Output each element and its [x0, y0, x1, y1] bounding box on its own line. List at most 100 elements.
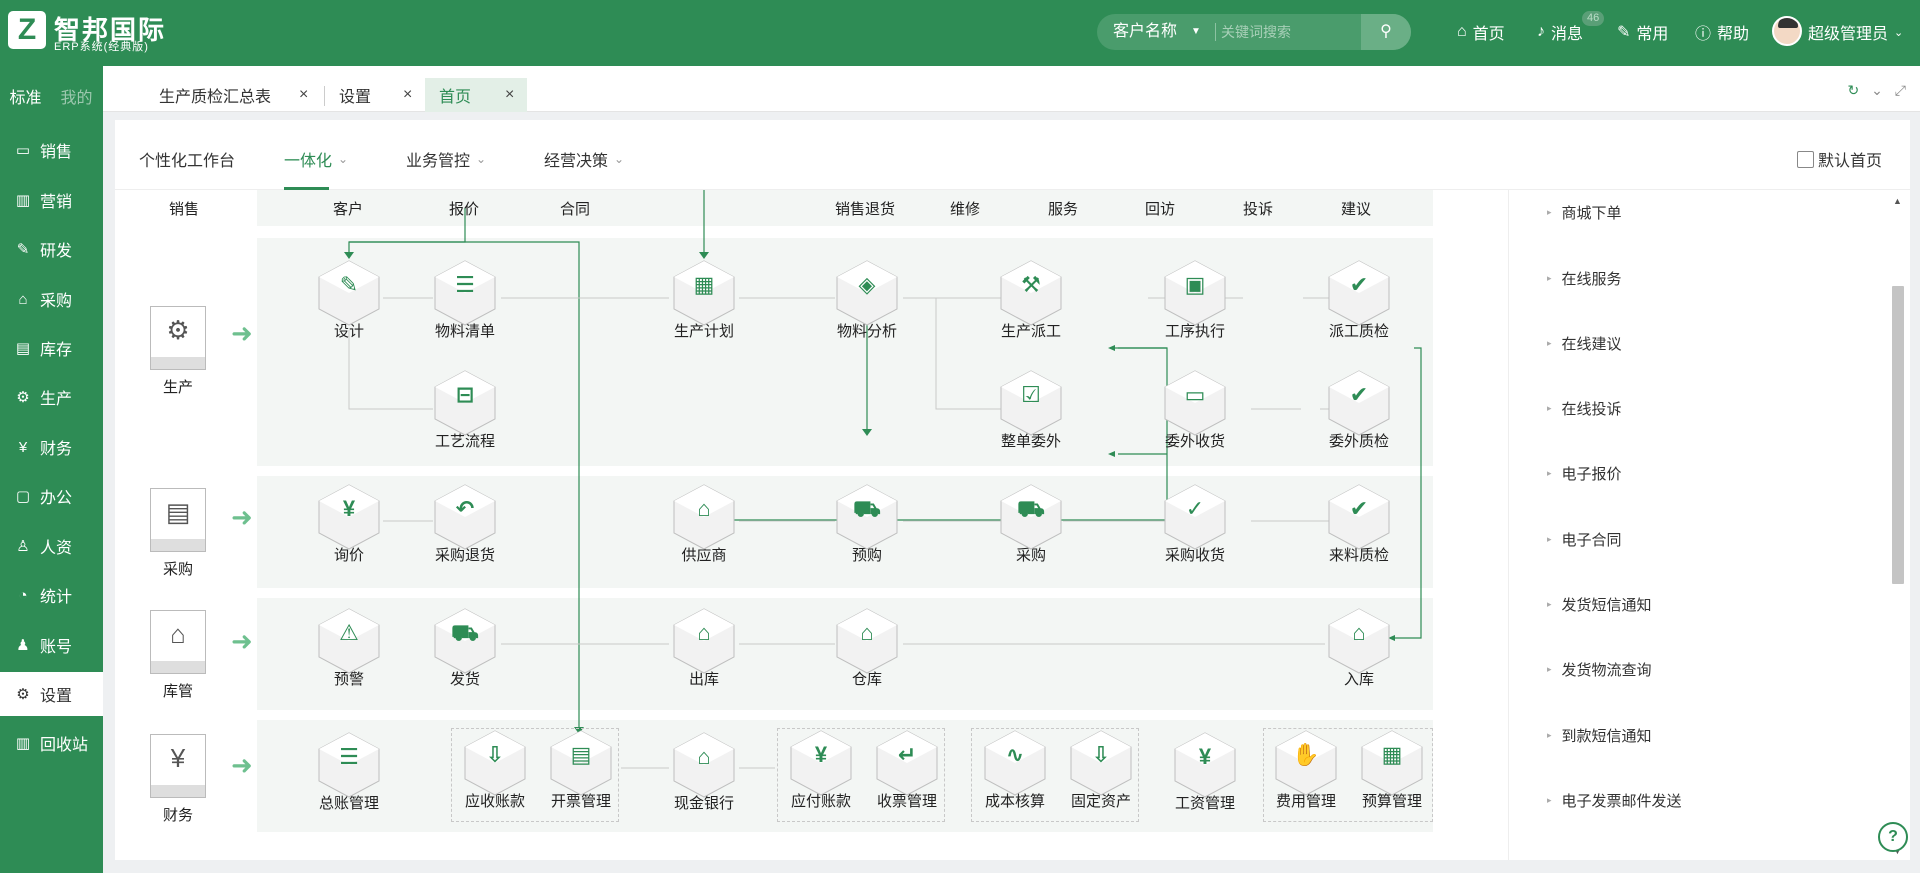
- sidebar-item-production[interactable]: ⚙ 生产: [0, 375, 103, 419]
- subnav-decision[interactable]: 经营决策 ⌄: [544, 147, 624, 171]
- list-item[interactable]: ▸ 在线投诉: [1547, 398, 1622, 419]
- node-cash-bank[interactable]: ⌂ 现金银行: [664, 730, 744, 813]
- node-outbound[interactable]: ⌂ 出库: [664, 606, 744, 689]
- node-alert[interactable]: ⚠ 预警: [309, 606, 389, 689]
- help-float-button[interactable]: ?: [1878, 822, 1908, 852]
- sidebar-item-sales[interactable]: ▭ 销售: [0, 128, 103, 172]
- node-supplier[interactable]: ⌂ 供应商: [664, 482, 744, 565]
- search-input[interactable]: [1221, 18, 1355, 46]
- list-item[interactable]: ▸ 发货短信通知: [1547, 594, 1652, 615]
- node-outsource-receipt[interactable]: ▭ 委外收货: [1155, 368, 1235, 451]
- search-button[interactable]: ⚲: [1361, 14, 1411, 50]
- flow-item-customer[interactable]: 客户: [333, 198, 363, 219]
- sidebar-tab-mine[interactable]: 我的: [51, 84, 102, 108]
- nav-help[interactable]: ⓘ 帮助: [1695, 20, 1749, 44]
- sidebar-item-office[interactable]: ▢ 办公: [0, 474, 103, 518]
- node-pre-purchase[interactable]: ⛟ 预购: [827, 482, 907, 565]
- node-purchase-return[interactable]: ↶ 采购退货: [425, 482, 505, 565]
- fullscreen-icon[interactable]: ⤢: [1895, 82, 1906, 98]
- category-warehouse[interactable]: ⌂ 库管: [143, 610, 213, 701]
- sidebar-item-stats[interactable]: ◔ 统计: [0, 573, 103, 617]
- node-material-analysis[interactable]: ◈ 物料分析: [827, 258, 907, 341]
- node-inquiry[interactable]: ¥ 询价: [309, 482, 389, 565]
- node-receive-invoice[interactable]: ↵ 收票管理: [867, 728, 947, 811]
- node-invoicing[interactable]: ▤ 开票管理: [541, 728, 621, 811]
- tab-settings[interactable]: 设置 ×: [325, 78, 425, 112]
- list-item[interactable]: ▸ 商城下单: [1547, 202, 1622, 223]
- node-fixed-assets[interactable]: ⇩ 固定资产: [1061, 728, 1141, 811]
- default-home-toggle[interactable]: 默认首页: [1796, 147, 1882, 171]
- node-budget[interactable]: ▦ 预算管理: [1352, 728, 1432, 811]
- flow-item-complaint[interactable]: 投诉: [1243, 198, 1273, 219]
- avatar[interactable]: [1772, 16, 1802, 46]
- node-expenses[interactable]: ✋ 费用管理: [1266, 728, 1346, 811]
- flow-item-service[interactable]: 服务: [1048, 198, 1078, 219]
- tab-production-qc-summary[interactable]: 生产质检汇总表 ×: [103, 78, 321, 112]
- subnav-integration[interactable]: 一体化 ⌄: [284, 147, 348, 171]
- node-payroll[interactable]: ¥ 工资管理: [1165, 730, 1245, 813]
- flow-item-suggestion[interactable]: 建议: [1341, 198, 1371, 219]
- flow-item-sales-return[interactable]: 销售退货: [835, 198, 895, 219]
- chevron-down-icon[interactable]: ⌄: [1871, 82, 1883, 98]
- node-full-outsource[interactable]: ☑ 整单委外: [991, 368, 1071, 451]
- node-purchase[interactable]: ⛟ 采购: [991, 482, 1071, 565]
- refresh-icon[interactable]: ↻: [1848, 82, 1860, 98]
- scroll-up-icon[interactable]: ▲: [1893, 196, 1902, 206]
- list-item[interactable]: ▸ 在线建议: [1547, 333, 1622, 354]
- flow-item-quote[interactable]: 报价: [449, 198, 479, 219]
- node-outsource-qc[interactable]: ✔ 委外质检: [1319, 368, 1399, 451]
- nav-messages[interactable]: ♪ 消息: [1537, 20, 1583, 44]
- node-shipping[interactable]: ⛟ 发货: [425, 606, 505, 689]
- node-production-plan[interactable]: ▦ 生产计划: [664, 258, 744, 341]
- subnav-business-control[interactable]: 业务管控 ⌄: [406, 147, 486, 171]
- caret-down-icon[interactable]: ▼: [1191, 14, 1201, 50]
- node-purchase-receipt[interactable]: ✓ 采购收货: [1155, 482, 1235, 565]
- node-dispatch[interactable]: ⚒ 生产派工: [991, 258, 1071, 341]
- scrollbar[interactable]: ▲ ▼: [1890, 190, 1904, 860]
- sidebar-tab-standard[interactable]: 标准: [0, 84, 51, 108]
- list-item[interactable]: ▸ 在线服务: [1547, 268, 1622, 289]
- sidebar-item-marketing[interactable]: ▥ 营销: [0, 178, 103, 222]
- scroll-thumb[interactable]: [1892, 286, 1904, 584]
- sidebar-item-purchase[interactable]: ⌂ 采购: [0, 277, 103, 321]
- node-routing[interactable]: ⊟ 工艺流程: [425, 368, 505, 451]
- search-field-select[interactable]: 客户名称: [1113, 14, 1177, 50]
- sidebar-item-recycle[interactable]: ▥ 回收站: [0, 721, 103, 765]
- nav-home[interactable]: ⌂ 首页: [1457, 20, 1505, 44]
- node-incoming-qc[interactable]: ✔ 来料质检: [1319, 482, 1399, 565]
- sidebar-item-inventory[interactable]: ▤ 库存: [0, 326, 103, 370]
- sidebar-item-rnd[interactable]: ✎ 研发: [0, 227, 103, 271]
- node-warehouse[interactable]: ⌂ 仓库: [827, 606, 907, 689]
- sidebar-item-hr[interactable]: ♙ 人资: [0, 524, 103, 568]
- sidebar-item-settings[interactable]: ⚙ 设置: [0, 672, 103, 716]
- close-icon[interactable]: ×: [505, 86, 514, 104]
- list-item[interactable]: ▸ 电子合同: [1547, 529, 1622, 550]
- subnav-personal-workbench[interactable]: 个性化工作台: [139, 147, 235, 171]
- flow-item-contract[interactable]: 合同: [560, 198, 590, 219]
- close-icon[interactable]: ×: [299, 86, 308, 104]
- user-menu[interactable]: 超级管理员 ⌄: [1808, 20, 1903, 44]
- node-receivables[interactable]: ⇩ 应收账款: [455, 728, 535, 811]
- flow-item-repair[interactable]: 维修: [950, 198, 980, 219]
- list-item[interactable]: ▸ 到款短信通知: [1547, 725, 1652, 746]
- category-purchase[interactable]: ▤ 采购: [143, 488, 213, 579]
- sidebar-item-account[interactable]: ♟ 账号: [0, 623, 103, 667]
- list-item[interactable]: ▸ 电子发票邮件发送: [1547, 790, 1682, 811]
- node-dispatch-qc[interactable]: ✔ 派工质检: [1319, 258, 1399, 341]
- category-production[interactable]: ⚙ 生产: [143, 306, 213, 397]
- close-icon[interactable]: ×: [403, 86, 412, 104]
- default-home-checkbox[interactable]: [1796, 150, 1814, 168]
- category-finance[interactable]: ¥ 财务: [143, 734, 213, 825]
- list-item[interactable]: ▸ 发货物流查询: [1547, 659, 1652, 680]
- list-item[interactable]: ▸ 电子报价: [1547, 463, 1622, 484]
- node-payables[interactable]: ¥ 应付账款: [781, 728, 861, 811]
- tab-home[interactable]: 首页 ×: [425, 78, 527, 112]
- flow-item-revisit[interactable]: 回访: [1145, 198, 1175, 219]
- node-design[interactable]: ✎ 设计: [309, 258, 389, 341]
- sidebar-item-finance[interactable]: ¥ 财务: [0, 425, 103, 469]
- node-inbound[interactable]: ⌂ 入库: [1319, 606, 1399, 689]
- nav-favorites[interactable]: ✎ 常用: [1617, 20, 1668, 44]
- node-cost-accounting[interactable]: ∿ 成本核算: [975, 728, 1055, 811]
- node-process-exec[interactable]: ▣ 工序执行: [1155, 258, 1235, 341]
- node-general-ledger[interactable]: ☰ 总账管理: [309, 730, 389, 813]
